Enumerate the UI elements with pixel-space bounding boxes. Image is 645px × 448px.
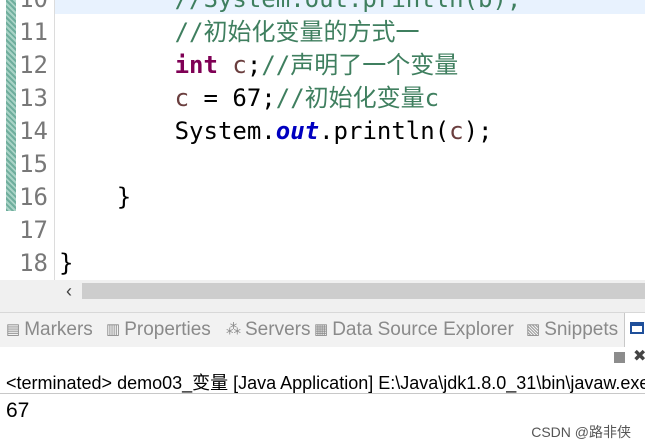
watermark: CSDN @路非侠	[531, 424, 631, 440]
code-token: c	[174, 84, 190, 112]
code-token: //声明了一个变量	[261, 51, 459, 79]
terminate-icon[interactable]	[614, 352, 625, 363]
console-divider	[0, 393, 645, 394]
code-text: int c;//声明了一个变量	[59, 49, 459, 82]
scroll-left-arrow-icon[interactable]: ‹	[58, 280, 80, 302]
tab-label: Properties	[124, 319, 211, 340]
tab-snippets[interactable]: ▧ Snippets	[526, 313, 618, 347]
line-number: 17	[19, 216, 48, 244]
code-token: .println(	[319, 117, 450, 145]
code-line[interactable]: 15	[0, 148, 645, 181]
line-number: 15	[19, 150, 48, 178]
tab-servers[interactable]: ⁂ Servers	[226, 313, 310, 347]
code-token: );	[463, 117, 493, 145]
code-token: System.	[59, 117, 276, 145]
view-tab-bar: ▤ Markers ▥ Properties ⁂ Servers ▦ Data Sour…	[0, 312, 645, 348]
snippets-icon: ▧	[526, 321, 541, 338]
code-token: c	[232, 51, 247, 79]
line-number: 11	[19, 18, 48, 46]
line-number: 13	[19, 84, 48, 112]
code-editor[interactable]: 10 //System.out.println(b);11 //初始化变量的方式…	[0, 0, 645, 280]
code-line[interactable]: 18}	[0, 247, 645, 280]
properties-icon: ▥	[106, 321, 121, 338]
line-number: 12	[19, 51, 48, 79]
code-token: = 67;	[189, 84, 276, 112]
console-icon	[630, 322, 644, 334]
tab-properties[interactable]: ▥ Properties	[106, 313, 211, 347]
code-line[interactable]: 13 c = 67;//初始化变量c	[0, 82, 645, 115]
tab-label: Data Source Explorer	[332, 319, 514, 340]
code-line[interactable]: 17	[0, 214, 645, 247]
code-line[interactable]: 10 //System.out.println(b);	[0, 0, 645, 16]
code-text: c = 67;//初始化变量c	[59, 82, 440, 115]
line-number: 16	[19, 183, 48, 211]
code-line[interactable]: 14 System.out.println(c);	[0, 115, 645, 148]
code-token: }	[59, 183, 132, 211]
code-text: }	[59, 181, 131, 214]
tab-markers[interactable]: ▤ Markers	[6, 313, 93, 347]
tab-label: Snippets	[544, 319, 619, 340]
code-token: //System.out.println(b);	[175, 0, 522, 13]
tab-console[interactable]	[624, 313, 645, 347]
data-source-icon: ▦	[314, 321, 329, 338]
console-output[interactable]: 67	[6, 399, 29, 423]
panel-separator	[0, 302, 645, 312]
code-token: }	[59, 249, 74, 277]
scroll-thumb[interactable]	[82, 283, 645, 299]
line-number: 10	[14, 0, 48, 16]
tab-data-source-explorer[interactable]: ▦ Data Source Explorer	[314, 313, 514, 347]
horizontal-scrollbar[interactable]: ‹	[0, 280, 645, 302]
markers-icon: ▤	[6, 321, 21, 338]
code-token: //初始化变量c	[275, 84, 440, 112]
tab-label: Servers	[245, 319, 311, 340]
code-text: System.out.println(c);	[59, 115, 493, 148]
code-token: c	[449, 117, 464, 145]
console-toolbar: ✖	[0, 347, 645, 367]
code-text: //初始化变量的方式一	[59, 16, 420, 49]
code-text: //System.out.println(b);	[59, 0, 522, 16]
code-token: //初始化变量的方式一	[174, 18, 420, 46]
servers-icon: ⁂	[226, 321, 241, 338]
code-token: out	[275, 117, 320, 145]
remove-launch-icon[interactable]: ✖	[633, 347, 645, 367]
tab-label: Markers	[24, 319, 93, 340]
code-text: }	[59, 247, 73, 280]
code-token: ;	[246, 51, 262, 79]
line-number: 18	[19, 249, 48, 277]
code-line[interactable]: 11 //初始化变量的方式一	[0, 16, 645, 49]
line-number: 14	[19, 117, 48, 145]
console-view: ✖ <terminated> demo03_变量 [Java Applicati…	[0, 347, 645, 448]
console-status-line: <terminated> demo03_变量 [Java Application…	[6, 373, 645, 393]
code-token: int	[174, 51, 218, 79]
code-line[interactable]: 16 }	[0, 181, 645, 214]
code-line[interactable]: 12 int c;//声明了一个变量	[0, 49, 645, 82]
